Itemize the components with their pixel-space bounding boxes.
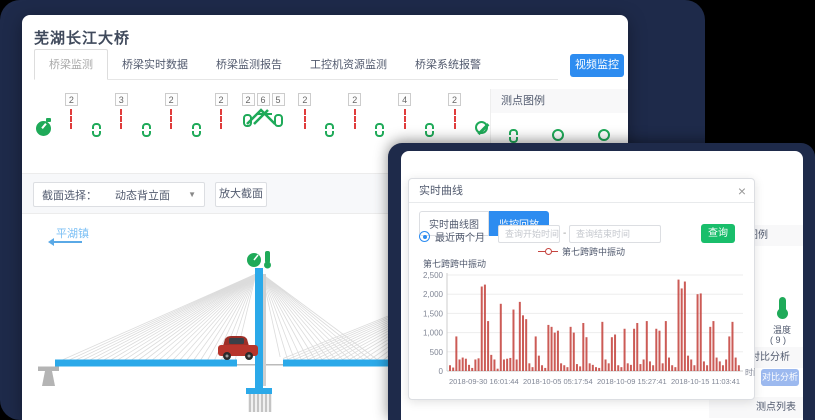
dashed-line xyxy=(304,109,306,129)
sensor-strip: 23222652242 xyxy=(36,93,488,149)
sensor-count-station[interactable]: 2 xyxy=(165,93,178,129)
range-radio-row: 最近两个月 xyxy=(419,229,485,244)
count-badge: 2 xyxy=(215,93,228,106)
svg-text:2018-09-30 16:01:44: 2018-09-30 16:01:44 xyxy=(449,377,519,386)
gauge-icon xyxy=(552,129,564,141)
sensor-count-station[interactable]: 2 xyxy=(348,93,361,129)
sensor-count-station[interactable]: 2 xyxy=(65,93,78,129)
count-badge: 2 xyxy=(242,93,255,106)
count-badge: 2 xyxy=(165,93,178,106)
link-icon[interactable] xyxy=(425,123,434,137)
sensor-count-station[interactable]: 3 xyxy=(115,93,128,129)
thermometer-icon[interactable] xyxy=(779,297,786,312)
page-title: 芜湖长江大桥 xyxy=(34,27,130,48)
date-separator: - xyxy=(563,228,566,239)
tower-piles xyxy=(250,394,270,412)
sensor-count-station[interactable]: 2 xyxy=(448,93,461,129)
legend-panel-title: 测点图例 xyxy=(491,89,628,113)
count-badge: 5 xyxy=(272,93,285,106)
section-select-dropdown[interactable]: 截面选择： 动态背立面 ▼ xyxy=(33,182,205,207)
svg-text:1,500: 1,500 xyxy=(423,309,444,318)
main-tab-0[interactable]: 桥梁监测 xyxy=(34,49,108,80)
legend-line-marker-icon xyxy=(538,251,558,252)
legend-series-label: 第七跨跨中振动 xyxy=(562,245,625,258)
svg-text:1,000: 1,000 xyxy=(423,329,444,338)
bridge-tower xyxy=(255,268,263,388)
dialog-header: 实时曲线 × xyxy=(409,179,754,203)
count-badge: 2 xyxy=(448,93,461,106)
svg-text:2018-10-05 05:17:54: 2018-10-05 05:17:54 xyxy=(523,377,593,386)
main-tabs: 桥梁监测桥梁实时数据桥梁监测报告工控机资源监测桥梁系统报警 xyxy=(34,55,558,80)
svg-text:2018-10-09 15:27:41: 2018-10-09 15:27:41 xyxy=(597,377,667,386)
main-tab-4[interactable]: 桥梁系统报警 xyxy=(401,50,495,79)
sensor-count-station[interactable]: 4 xyxy=(398,93,411,129)
bearing-truss-icon xyxy=(242,106,284,128)
gauge-icon[interactable] xyxy=(36,121,51,136)
video-monitor-button[interactable]: 视频监控 xyxy=(570,54,624,77)
count-badge: 3 xyxy=(115,93,128,106)
link-icon[interactable] xyxy=(192,123,201,137)
radio-label: 最近两个月 xyxy=(435,229,485,244)
svg-text:时间: 时间 xyxy=(745,367,755,377)
count-badge: 4 xyxy=(398,93,411,106)
search-button[interactable]: 查询 xyxy=(701,224,735,243)
vibration-chart: 2,500 2,000 1,500 1,000 500 0 2018-09-30 16:01… xyxy=(413,267,755,397)
legend-panel: 测点图例 xyxy=(490,89,628,149)
dialog-title: 实时曲线 xyxy=(409,179,754,203)
main-tab-1[interactable]: 桥梁实时数据 xyxy=(108,50,202,79)
sensor-group-station[interactable]: 265 xyxy=(242,93,285,128)
realtime-curve-dialog: 实时曲线 × 实时曲线图 监控回放 最近两个月 - 查询 第七跨跨中振动 第七跨… xyxy=(408,178,755,400)
bridge-deck xyxy=(55,360,395,367)
svg-text:2018-10-15 11:03:41: 2018-10-15 11:03:41 xyxy=(671,377,740,386)
dashed-line xyxy=(220,109,222,129)
dashed-line xyxy=(120,109,122,129)
svg-text:500: 500 xyxy=(430,348,444,357)
legend-panel-icons xyxy=(491,113,628,143)
tower-top-sensor-icons xyxy=(247,251,271,269)
sensor-count-station[interactable]: 2 xyxy=(215,93,228,129)
section-select-label: 截面选择： xyxy=(34,187,97,203)
zoom-section-button[interactable]: 放大截面 xyxy=(215,182,267,207)
radio-selected-icon[interactable] xyxy=(419,231,430,242)
count-badge: 6 xyxy=(257,93,270,106)
bridge-diagram xyxy=(22,228,412,420)
start-time-input[interactable] xyxy=(498,225,560,243)
secondary-window: 测点图例 温度 ( 9 ) 对比分析 对比分析 测点列表 实时曲线 × 实时曲线… xyxy=(401,151,803,420)
sidebar-list-header: 测点列表 xyxy=(709,397,803,418)
main-tab-3[interactable]: 工控机资源监测 xyxy=(296,50,401,79)
no-entry-icon[interactable] xyxy=(475,121,488,134)
svg-text:2,000: 2,000 xyxy=(423,290,444,299)
svg-text:0: 0 xyxy=(439,367,444,376)
link-icon[interactable] xyxy=(325,123,334,137)
link-icon[interactable] xyxy=(142,123,151,137)
dashed-line xyxy=(170,109,172,129)
compare-analysis-button[interactable]: 对比分析 xyxy=(761,369,799,386)
link-icon xyxy=(509,129,518,143)
dashed-line xyxy=(354,109,356,129)
main-tab-2[interactable]: 桥梁监测报告 xyxy=(202,50,296,79)
dashed-line xyxy=(454,109,456,129)
caret-down-icon: ▼ xyxy=(188,190,204,199)
dashed-line xyxy=(404,109,406,129)
screen: 芜湖长江大桥 桥梁监测桥梁实时数据桥梁监测报告工控机资源监测桥梁系统报警 视频监… xyxy=(0,0,815,420)
section-select-value: 动态背立面 xyxy=(97,187,188,203)
link-icon[interactable] xyxy=(92,123,101,137)
svg-text:2,500: 2,500 xyxy=(423,271,444,280)
end-time-input[interactable] xyxy=(569,225,661,243)
link-icon[interactable] xyxy=(375,123,384,137)
count-badge: 2 xyxy=(65,93,78,106)
temperature-count: ( 9 ) xyxy=(770,335,786,345)
close-icon[interactable]: × xyxy=(738,182,746,200)
count-badge: 2 xyxy=(298,93,311,106)
left-pier xyxy=(38,367,59,387)
count-badge: 2 xyxy=(348,93,361,106)
sensor-count-station[interactable]: 2 xyxy=(298,93,311,129)
no-entry-icon xyxy=(598,129,610,141)
dashed-line xyxy=(70,109,72,129)
